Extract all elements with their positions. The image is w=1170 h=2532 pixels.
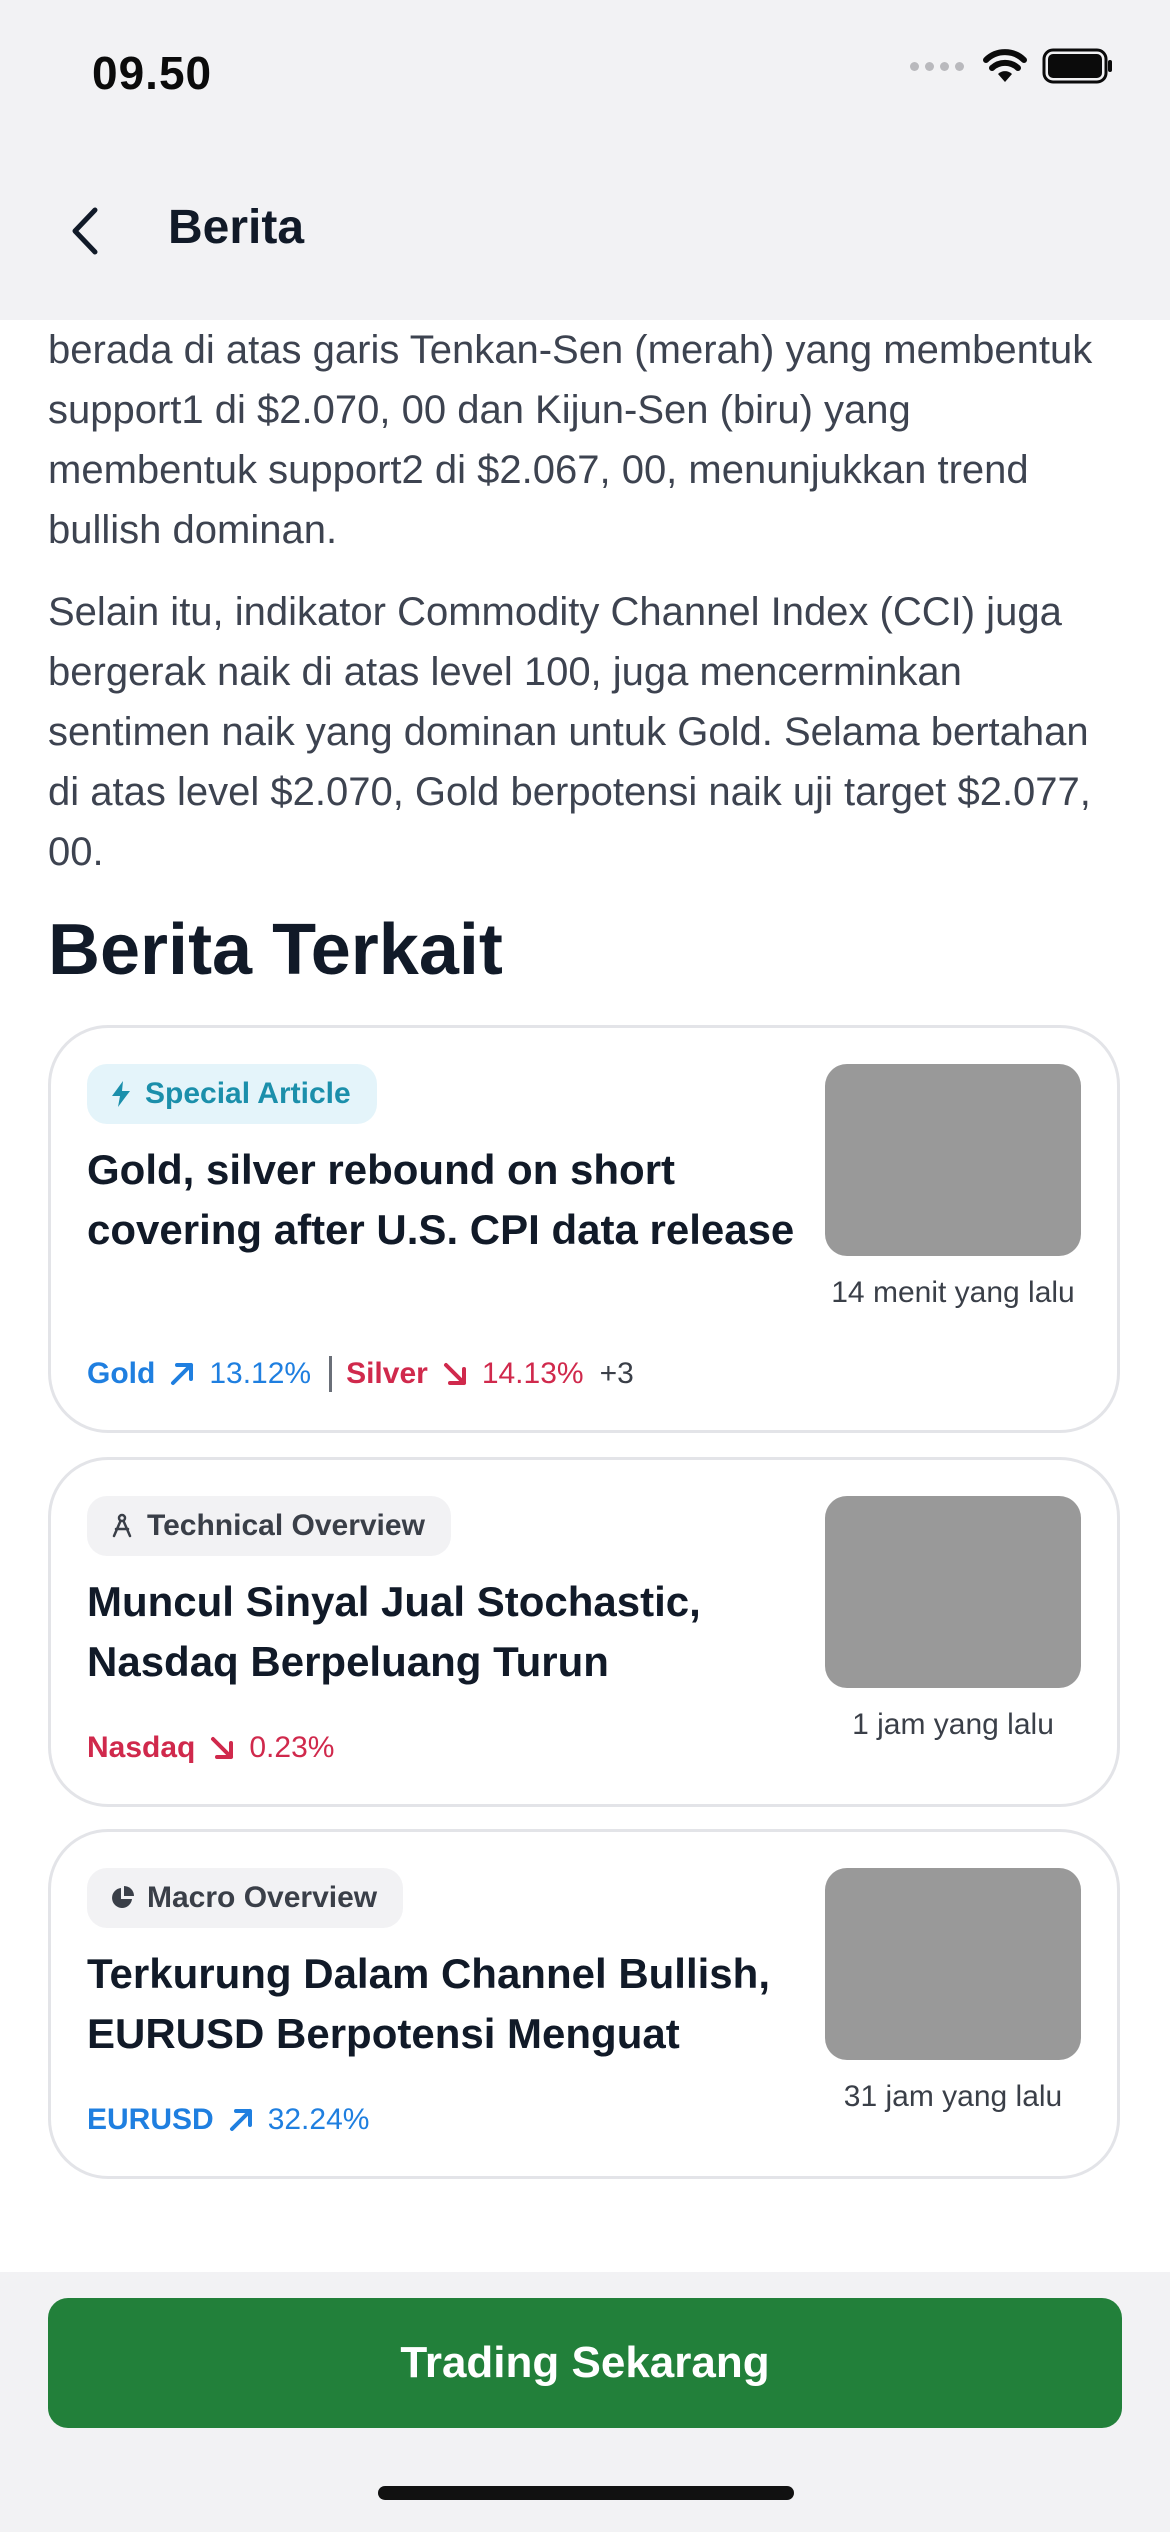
badge-label: Macro Overview: [147, 1881, 378, 1914]
news-card[interactable]: Technical Overview Muncul Sinyal Jual St…: [48, 1457, 1120, 1807]
ticker-silver[interactable]: Silver 14.13%: [346, 1357, 583, 1391]
news-card[interactable]: Macro Overview Terkurung Dalam Channel B…: [48, 1829, 1120, 2179]
news-time: 31 jam yang lalu: [843, 2080, 1063, 2113]
news-time: 1 jam yang lalu: [852, 1708, 1054, 1741]
ticker-eurusd[interactable]: EURUSD 32.24%: [87, 2103, 369, 2137]
more-tickers-count: +3: [599, 1357, 634, 1390]
pie-chart-icon: [112, 1886, 134, 1908]
compass-icon: [112, 1513, 132, 1538]
ticker-list: Gold 13.12% Silver 14.13% +3: [87, 1354, 634, 1394]
news-time: 14 menit yang lalu: [831, 1276, 1075, 1309]
ticker-list: EURUSD 32.24%: [87, 2100, 369, 2140]
status-time: 09.50: [92, 47, 213, 99]
ticker-divider: [329, 1356, 333, 1392]
news-thumbnail: [825, 1064, 1081, 1256]
home-indicator[interactable]: [378, 2486, 794, 2500]
news-card[interactable]: Special Article Gold, silver rebound on …: [48, 1025, 1120, 1433]
category-badge: Macro Overview: [87, 1868, 404, 1928]
ticker-list: Nasdaq 0.23%: [87, 1728, 334, 1768]
arrow-down-right-icon: [211, 1737, 234, 1759]
related-news-heading: Berita Terkait: [48, 910, 503, 990]
chevron-left-icon: [72, 207, 98, 255]
back-button[interactable]: [60, 196, 110, 266]
arrow-up-right-icon: [229, 2109, 252, 2131]
wifi-icon: [983, 49, 1027, 82]
ticker-nasdaq[interactable]: Nasdaq 0.23%: [87, 1731, 334, 1765]
cellular-signal-icon: [910, 61, 964, 71]
trade-now-button[interactable]: Trading Sekarang: [48, 2298, 1122, 2428]
battery-icon: [1042, 48, 1112, 84]
page-title: Berita: [168, 201, 305, 254]
ticker-gold[interactable]: Gold 13.12%: [87, 1357, 311, 1391]
news-title: Terkurung Dalam Channel Bullish, EURUSD …: [87, 1950, 770, 2057]
category-badge: Technical Overview: [87, 1496, 451, 1556]
arrow-up-right-icon: [171, 1363, 194, 1385]
article-paragraph: Selain itu, indikator Commodity Channel …: [48, 590, 1091, 874]
article-paragraph: berada di atas garis Tenkan-Sen (merah) …: [48, 328, 1093, 552]
category-badge: Special Article: [87, 1064, 377, 1124]
news-thumbnail: [825, 1868, 1081, 2060]
news-thumbnail: [825, 1496, 1081, 1688]
lightning-icon: [112, 1081, 130, 1107]
news-title: Muncul Sinyal Jual Stochastic, Nasdaq Be…: [87, 1578, 701, 1685]
badge-label: Special Article: [145, 1077, 351, 1110]
article-content[interactable]: berada di atas garis Tenkan-Sen (merah) …: [0, 320, 1170, 2270]
status-bar: 09.50: [0, 0, 1170, 150]
news-title: Gold, silver rebound on short covering a…: [87, 1146, 795, 1253]
badge-label: Technical Overview: [147, 1509, 425, 1542]
status-icons: [910, 48, 1114, 84]
arrow-down-right-icon: [443, 1363, 466, 1385]
